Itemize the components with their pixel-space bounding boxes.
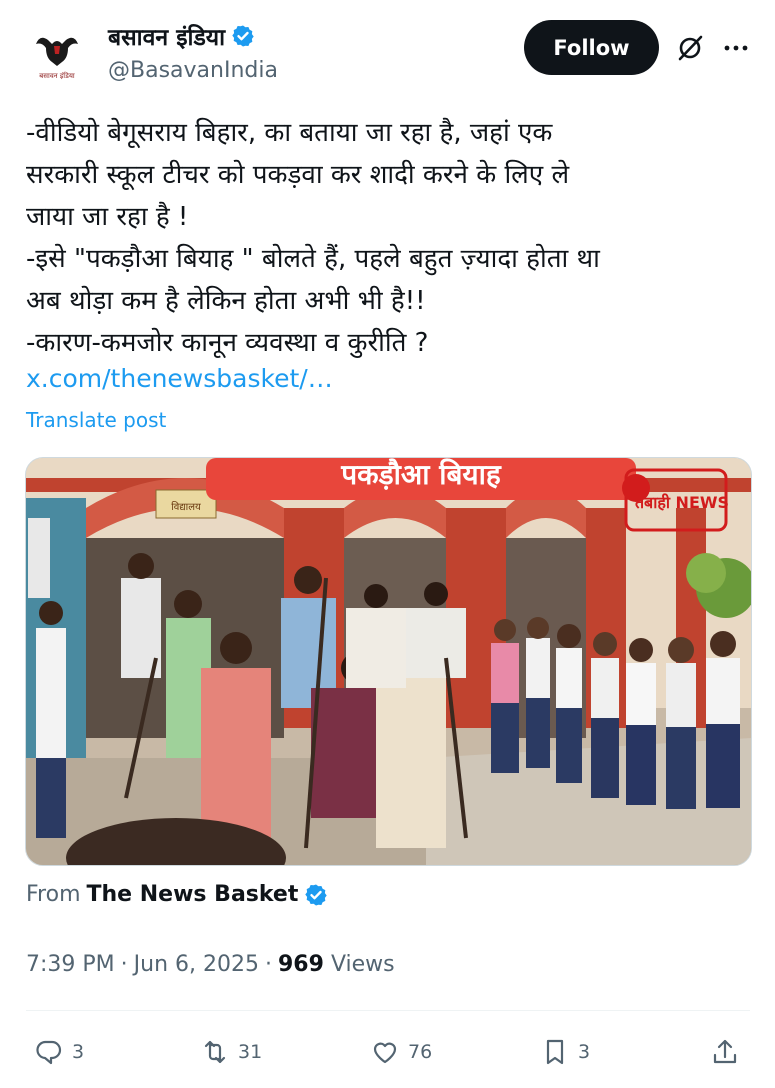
repost-icon bbox=[204, 1040, 226, 1064]
post-header: बसावन इंडिया बसावन इंडिया @BasavanIndia … bbox=[0, 0, 775, 95]
heart-icon bbox=[373, 1042, 397, 1064]
post-time[interactable]: 7:39 PM bbox=[26, 952, 115, 977]
post-text-line: -इसे "पकड़ौआ बियाह " बोलते हैं, पहले बहु… bbox=[26, 244, 600, 274]
follow-button[interactable]: Follow bbox=[524, 20, 659, 75]
share-icon bbox=[713, 1039, 737, 1064]
author-display-name[interactable]: बसावन इंडिया bbox=[108, 20, 225, 52]
video-thumbnail: विद्यालय पकड़ौआ बियाह तबाही NEWS bbox=[26, 458, 751, 865]
source-row: From The News Basket bbox=[26, 882, 328, 907]
post-text-line: -वीडियो बेगूसराय बिहार, का बताया जा रहा … bbox=[26, 118, 553, 148]
reply-icon bbox=[36, 1040, 62, 1065]
more-dots-icon[interactable] bbox=[722, 34, 750, 62]
repost-count: 31 bbox=[238, 1041, 263, 1063]
video-banner-text: पकड़ौआ बियाह bbox=[340, 458, 502, 491]
divider bbox=[26, 1010, 750, 1011]
meta-separator: · bbox=[265, 952, 272, 977]
like-count: 76 bbox=[408, 1041, 433, 1063]
translate-post-link[interactable]: Translate post bbox=[26, 408, 166, 432]
post-date[interactable]: Jun 6, 2025 bbox=[134, 952, 259, 977]
post-meta: 7:39 PM · Jun 6, 2025 · 969 Views bbox=[26, 952, 395, 977]
post-text: -वीडियो बेगूसराय बिहार, का बताया जा रहा … bbox=[26, 112, 756, 364]
svg-text:बसावन इंडिया: बसावन इंडिया bbox=[39, 71, 75, 80]
video-watermark-text: तबाही NEWS bbox=[634, 493, 729, 512]
post-text-line: सरकारी स्कूल टीचर को पकड़वा कर शादी करने… bbox=[26, 160, 570, 190]
views-count: 969 bbox=[278, 952, 324, 977]
verified-badge-icon bbox=[305, 884, 328, 905]
avatar[interactable]: बसावन इंडिया bbox=[26, 24, 88, 86]
author-name-row[interactable]: बसावन इंडिया bbox=[108, 20, 255, 52]
from-label: From bbox=[26, 882, 81, 907]
reply-button[interactable]: 3 bbox=[34, 1030, 84, 1074]
source-name[interactable]: The News Basket bbox=[87, 882, 299, 907]
bookmark-button[interactable]: 3 bbox=[540, 1030, 590, 1074]
slashed-circle-icon[interactable] bbox=[676, 34, 704, 62]
post-text-line: अब थोड़ा कम है लेकिन होता अभी भी है!! bbox=[26, 286, 426, 316]
school-sign-text: विद्यालय bbox=[171, 501, 201, 513]
verified-badge-icon bbox=[232, 25, 254, 47]
bull-logo-icon: बसावन इंडिया bbox=[27, 25, 87, 85]
views-label: Views bbox=[330, 952, 395, 977]
bookmark-icon bbox=[546, 1039, 564, 1065]
like-button[interactable]: 76 bbox=[370, 1030, 432, 1074]
post-media-video[interactable]: विद्यालय पकड़ौआ बियाह तबाही NEWS bbox=[25, 457, 752, 866]
meta-separator: · bbox=[120, 952, 128, 977]
bookmark-count: 3 bbox=[578, 1041, 591, 1063]
author-handle[interactable]: @BasavanIndia bbox=[108, 58, 278, 83]
post-text-line: जाया जा रहा है ! bbox=[26, 202, 189, 232]
post-link[interactable]: x.com/thenewsbasket/… bbox=[26, 364, 333, 393]
reply-count: 3 bbox=[72, 1041, 85, 1063]
post-text-line: -कारण-कमजोर कानून व्यवस्था व कुरीति ? bbox=[26, 328, 429, 358]
action-bar: 3 31 76 3 bbox=[0, 1030, 775, 1078]
share-button[interactable] bbox=[710, 1030, 740, 1074]
repost-button[interactable]: 31 bbox=[200, 1030, 262, 1074]
